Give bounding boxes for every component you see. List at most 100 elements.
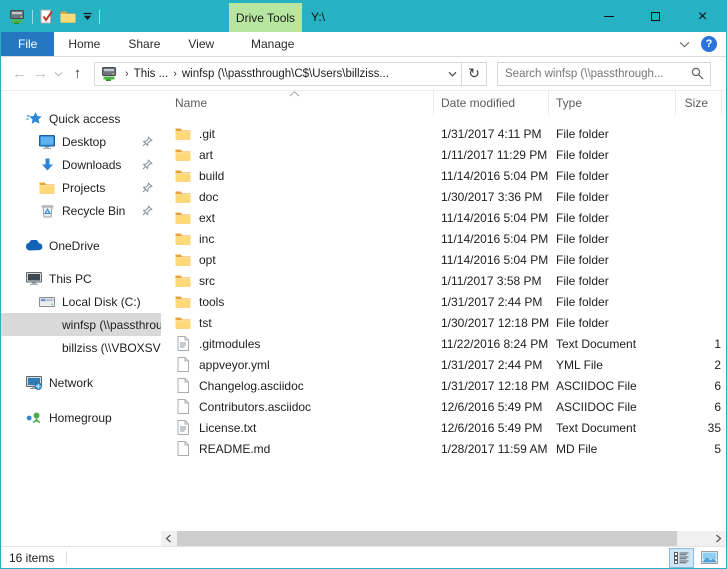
sidebar-item-quick-access[interactable]: Quick access [1,107,161,130]
file-size-cell: 6 [676,379,724,393]
refresh-icon[interactable]: ↻ [461,63,486,85]
breadcrumb-segment[interactable]: This ... [134,68,169,80]
file-row-ext[interactable]: ext11/14/2016 5:04 PMFile folder [161,207,726,228]
file-type-cell: Text Document [549,421,676,435]
file-row-opt[interactable]: opt11/14/2016 5:04 PMFile folder [161,249,726,270]
pin-icon [142,182,161,193]
sidebar-item-desktop[interactable]: Desktop [1,130,161,153]
sidebar-item-projects[interactable]: Projects [1,176,161,199]
thumbnail-view-icon [701,551,718,564]
file-name-label: Changelog.asciidoc [199,379,304,393]
file-name-label: License.txt [199,421,256,435]
search-icon[interactable] [684,67,710,80]
help-icon[interactable]: ? [701,36,717,52]
item-count: 16 items [9,551,54,565]
sidebar-item-this-pc[interactable]: This PC [1,267,161,290]
file-row-build[interactable]: build11/14/2016 5:04 PMFile folder [161,165,726,186]
file-row-appveyor-yml[interactable]: appveyor.yml1/31/2017 2:44 PMYML File2 [161,354,726,375]
downloads-icon [38,158,56,172]
file-date-cell: 11/14/2016 5:04 PM [434,232,549,246]
close-button[interactable]: × [679,1,726,32]
file-row-tst[interactable]: tst1/30/2017 12:18 PMFile folder [161,312,726,333]
tab-share[interactable]: Share [114,32,174,56]
sidebar-item-onedrive[interactable]: OneDrive [1,234,161,257]
sidebar-item-winfsp-passthrou[interactable]: winfsp (\\passthrou [1,313,161,336]
file-row-git[interactable]: .git1/31/2017 4:11 PMFile folder [161,123,726,144]
file-name-cell: doc [161,190,434,204]
file-row-gitmodules[interactable]: .gitmodules11/22/2016 8:24 PMText Docume… [161,333,726,354]
recycle-bin-icon [38,203,56,218]
maximize-button[interactable] [632,1,679,32]
tab-manage[interactable]: Manage [236,32,309,56]
file-name-label: opt [199,253,216,267]
file-name-label: .git [199,127,215,141]
scrollbar-thumb[interactable] [177,531,677,546]
folder-icon [175,211,191,224]
sort-ascending-icon [289,91,300,97]
minimize-button[interactable] [585,1,632,32]
column-header-size[interactable]: Size [676,91,722,115]
breadcrumb-segment[interactable]: winfsp (\\passthrough\C$\Users\billziss.… [182,68,443,80]
window-title: Y:\ [311,1,325,32]
sidebar-item-network[interactable]: Network [1,371,161,394]
search-input[interactable] [498,68,684,80]
file-type-cell: File folder [549,295,676,309]
file-row-changelog-asciidoc[interactable]: Changelog.asciidoc1/31/2017 12:18 PMASCI… [161,375,726,396]
sidebar-item-homegroup[interactable]: Homegroup [1,406,161,429]
tab-file[interactable]: File [1,32,54,56]
new-folder-icon[interactable] [60,10,76,23]
file-row-license-txt[interactable]: License.txt 12/6/2016 5:49 PMText Documen… [161,417,726,438]
address-bar[interactable]: ›This ...›winfsp (\\passthrough\C$\Users… [94,62,487,86]
file-row-doc[interactable]: doc1/30/2017 3:36 PMFile folder [161,186,726,207]
sidebar-item-recycle-bin[interactable]: Recycle Bin [1,199,161,222]
up-button[interactable]: ↑ [66,65,89,82]
location-icon[interactable] [95,66,120,82]
sidebar-item-downloads[interactable]: Downloads [1,153,161,176]
file-rows: .git1/31/2017 4:11 PMFile folderart1/11/… [161,115,726,531]
status-separator [66,551,67,565]
status-bar: 16 items [1,546,726,568]
file-type-cell: File folder [549,232,676,246]
pin-icon [142,136,161,147]
file-row-src[interactable]: src1/11/2017 3:58 PMFile folder [161,270,726,291]
scroll-left-arrow[interactable] [161,531,176,546]
back-button[interactable]: ← [9,65,30,82]
file-row-art[interactable]: art1/11/2017 11:29 PMFile folder [161,144,726,165]
this-pc-icon [25,272,43,285]
sidebar-item-local-disk-c[interactable]: Local Disk (C:) [1,290,161,313]
file-name-cell: art [161,148,434,162]
qat-customize-menu-icon[interactable] [83,12,92,21]
scroll-right-arrow[interactable] [711,531,726,546]
file-date-cell: 12/6/2016 5:49 PM [434,421,549,435]
tab-home[interactable]: Home [54,32,114,56]
content-area: Quick accessDesktopDownloadsProjectsRecy… [1,91,726,546]
file-date-cell: 11/14/2016 5:04 PM [434,211,549,225]
file-row-inc[interactable]: inc11/14/2016 5:04 PMFile folder [161,228,726,249]
file-row-tools[interactable]: tools1/31/2017 2:44 PMFile folder [161,291,726,312]
column-header-name[interactable]: Name [161,91,434,115]
file-name-label: ext [199,211,215,225]
file-size-cell: 6 [676,400,724,414]
properties-icon[interactable] [40,9,53,24]
address-dropdown-chevron-icon[interactable] [443,71,461,77]
tab-view[interactable]: View [174,32,228,56]
sidebar-item-billziss-vboxsvr[interactable]: billziss (\\VBOXSVR) [1,336,161,359]
column-header-type[interactable]: Type [549,91,676,115]
sidebar: Quick accessDesktopDownloadsProjectsRecy… [1,91,161,546]
breadcrumb-chevron-icon[interactable]: › [120,68,134,80]
recent-locations-chevron[interactable] [51,71,66,77]
file-type-cell: File folder [549,169,676,183]
file-text-icon [175,420,191,435]
thumbnail-view-button[interactable] [697,548,722,568]
sidebar-item-label: billziss (\\VBOXSVR) [62,341,161,355]
forward-button[interactable]: → [30,65,51,82]
file-row-contributors-asciidoc[interactable]: Contributors.asciidoc12/6/2016 5:49 PMAS… [161,396,726,417]
collapse-ribbon-chevron-icon[interactable] [679,41,690,48]
column-header-date-modified[interactable]: Date modified [434,91,549,115]
navigation-bar: ← → ↑ ›This ...›winfsp (\\passthrough\C$… [1,57,726,91]
details-view-button[interactable] [669,548,694,568]
drive-tools-context-tab[interactable]: Drive Tools [229,3,302,32]
network-icon [25,376,43,390]
breadcrumb-chevron-icon[interactable]: › [168,68,182,80]
file-row-readme-md[interactable]: README.md1/28/2017 11:59 AMMD File5 [161,438,726,459]
